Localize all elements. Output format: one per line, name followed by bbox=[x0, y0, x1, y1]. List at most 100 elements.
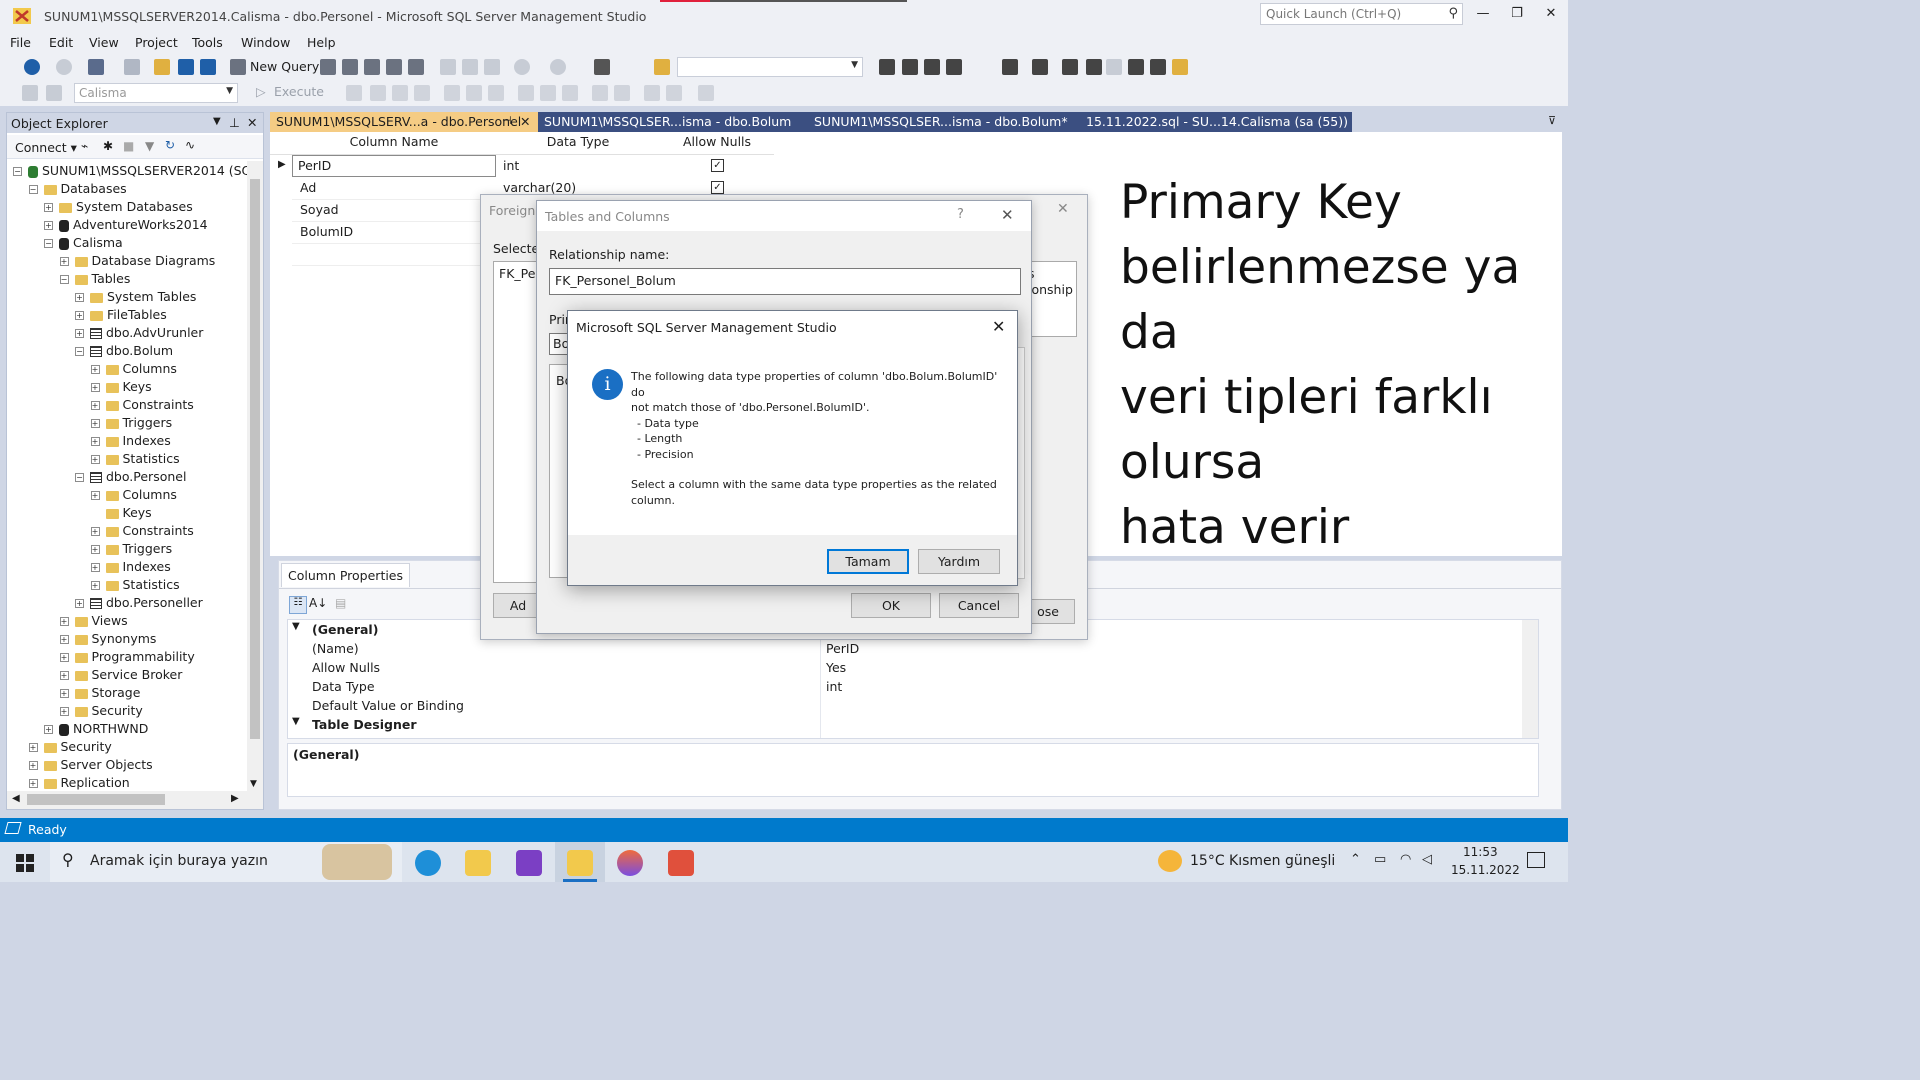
help-button[interactable]: Yardım bbox=[918, 549, 1000, 574]
allow-nulls-checkbox[interactable]: ✓ bbox=[711, 159, 724, 172]
menu-tools[interactable]: Tools bbox=[192, 35, 223, 50]
specify-values-icon[interactable] bbox=[698, 85, 714, 101]
property-value[interactable]: Yes bbox=[826, 660, 846, 675]
expand-icon[interactable]: + bbox=[90, 419, 100, 428]
minimize-button[interactable]: — bbox=[1470, 6, 1496, 26]
expand-icon[interactable]: + bbox=[75, 293, 84, 302]
primary-key-icon[interactable] bbox=[1032, 59, 1048, 75]
expand-icon[interactable]: + bbox=[28, 761, 38, 770]
expand-icon[interactable]: + bbox=[28, 779, 38, 788]
column-name-cell[interactable]: BolumID bbox=[300, 224, 353, 239]
tab-bolum-design[interactable]: SUNUM1\MSSQLSER...isma - dbo.Bolum bbox=[538, 112, 808, 132]
battery-icon[interactable]: ▭ bbox=[1374, 852, 1386, 867]
close-dialog-icon[interactable]: ✕ bbox=[992, 317, 1005, 336]
menu-project[interactable]: Project bbox=[135, 35, 178, 50]
tab-bolum-design-modified[interactable]: SUNUM1\MSSQLSER...isma - dbo.Bolum* bbox=[808, 112, 1080, 132]
expand-icon[interactable]: + bbox=[59, 617, 69, 626]
expand-icon[interactable]: + bbox=[59, 707, 69, 716]
categorized-icon[interactable]: ☷ bbox=[289, 596, 307, 614]
connect-query-icon[interactable] bbox=[22, 85, 38, 101]
dax-query-icon[interactable] bbox=[408, 59, 424, 75]
tree-node[interactable]: + Statistics bbox=[90, 577, 180, 595]
menu-view[interactable]: View bbox=[89, 35, 119, 50]
tree-node[interactable]: + Security bbox=[59, 703, 143, 721]
back-icon[interactable] bbox=[24, 59, 40, 75]
tree-node[interactable]: + Database Diagrams bbox=[59, 253, 215, 271]
pin-tab-icon[interactable]: ⊣ bbox=[502, 114, 512, 127]
connect-icon[interactable]: ⌁ bbox=[81, 139, 88, 153]
find-combo[interactable]: ▼ bbox=[677, 57, 863, 77]
tree-node[interactable]: + Indexes bbox=[90, 559, 171, 577]
increase-indent-icon[interactable] bbox=[666, 85, 682, 101]
close-dialog-icon[interactable]: ✕ bbox=[1057, 201, 1069, 217]
tree-node[interactable]: + Synonyms bbox=[59, 631, 156, 649]
quick-launch-input[interactable]: Quick Launch (Ctrl+Q) ⚲ bbox=[1260, 3, 1463, 25]
menu-window[interactable]: Window bbox=[241, 35, 290, 50]
collapse-icon[interactable]: − bbox=[75, 473, 84, 482]
stop-icon[interactable]: ■ bbox=[123, 139, 134, 153]
expand-icon[interactable]: + bbox=[59, 689, 69, 698]
filter-icon[interactable]: ▼ bbox=[145, 139, 154, 153]
tree-node[interactable]: + Security bbox=[28, 739, 112, 757]
results-file-icon[interactable] bbox=[562, 85, 578, 101]
taskbar-ssms-active[interactable] bbox=[555, 842, 605, 882]
find-icon[interactable] bbox=[654, 59, 670, 75]
tree-node[interactable]: + dbo.Personeller bbox=[75, 595, 203, 613]
property-grid-scrollbar[interactable] bbox=[1522, 620, 1538, 738]
tree-node[interactable]: + Triggers bbox=[90, 541, 172, 559]
tree-node[interactable]: + Service Broker bbox=[59, 667, 182, 685]
tree-node[interactable]: + Storage bbox=[59, 685, 140, 703]
include-plan-icon[interactable] bbox=[488, 85, 504, 101]
uncomment-icon[interactable] bbox=[614, 85, 630, 101]
alphabetical-icon[interactable]: A↓ bbox=[309, 596, 327, 610]
collapse-icon[interactable]: ▼ bbox=[292, 716, 300, 727]
tree-node[interactable]: + System Databases bbox=[44, 199, 193, 217]
expand-icon[interactable]: + bbox=[59, 653, 69, 662]
tree-node[interactable]: − Calisma bbox=[44, 235, 123, 253]
allow-nulls-checkbox[interactable]: ✓ bbox=[711, 181, 724, 194]
property-value[interactable]: PerID bbox=[826, 641, 859, 656]
tree-node[interactable]: + Columns bbox=[90, 361, 177, 379]
collapse-icon[interactable]: − bbox=[59, 275, 69, 284]
dmx-query-icon[interactable] bbox=[364, 59, 380, 75]
expand-icon[interactable]: + bbox=[90, 563, 100, 572]
collapse-icon[interactable]: ▼ bbox=[292, 621, 300, 632]
properties-icon[interactable] bbox=[902, 59, 918, 75]
forward-icon[interactable] bbox=[56, 59, 72, 75]
cancel-query-icon[interactable] bbox=[370, 85, 386, 101]
wifi-icon[interactable]: ◠ bbox=[1400, 852, 1411, 867]
tree-horizontal-scrollbar[interactable]: ◀ ▶ bbox=[7, 791, 263, 809]
display-plan-icon[interactable] bbox=[414, 85, 430, 101]
debug-icon[interactable] bbox=[346, 85, 362, 101]
chevron-up-icon[interactable]: ⌃ bbox=[1350, 852, 1361, 867]
fulltext-icon[interactable] bbox=[1106, 59, 1122, 75]
tree-node[interactable]: + Columns bbox=[90, 487, 177, 505]
paste-icon[interactable] bbox=[484, 59, 500, 75]
relationships-icon[interactable] bbox=[1062, 59, 1078, 75]
expand-icon[interactable]: + bbox=[75, 311, 84, 320]
tree-node[interactable]: + Programmability bbox=[59, 649, 195, 667]
restore-button[interactable]: ❐ bbox=[1504, 6, 1530, 26]
refresh-icon[interactable]: ↻ bbox=[165, 138, 175, 152]
paint-icon[interactable] bbox=[617, 850, 643, 876]
snipping-tool-icon[interactable] bbox=[668, 850, 694, 876]
disconnect-server-icon[interactable]: ✱ bbox=[103, 139, 113, 153]
activity-icon[interactable]: ∿ bbox=[185, 138, 195, 152]
expand-icon[interactable]: + bbox=[44, 203, 53, 212]
tree-node[interactable]: Keys bbox=[91, 505, 152, 523]
menu-file[interactable]: File bbox=[10, 35, 31, 50]
expand-icon[interactable]: + bbox=[59, 671, 69, 680]
parse-icon[interactable] bbox=[392, 85, 408, 101]
tree-node[interactable]: + Indexes bbox=[90, 433, 171, 451]
tree-node[interactable]: + System Tables bbox=[75, 289, 196, 307]
pin-icon[interactable]: ⊥ bbox=[229, 115, 240, 130]
property-pages-icon[interactable]: ▤ bbox=[335, 596, 346, 610]
close-panel-icon[interactable]: ✕ bbox=[247, 115, 257, 130]
expand-icon[interactable]: + bbox=[90, 455, 100, 464]
new-query-button[interactable]: New Query bbox=[250, 59, 319, 74]
ok-button[interactable]: OK bbox=[851, 593, 931, 618]
copy-icon[interactable] bbox=[462, 59, 478, 75]
activity-monitor-icon[interactable] bbox=[594, 59, 610, 75]
weather-text[interactable]: 15°C Kısmen güneşli bbox=[1190, 853, 1335, 869]
tree-node[interactable]: − SUNUM1\MSSQLSERVER2014 (SQL Se bbox=[13, 163, 247, 181]
